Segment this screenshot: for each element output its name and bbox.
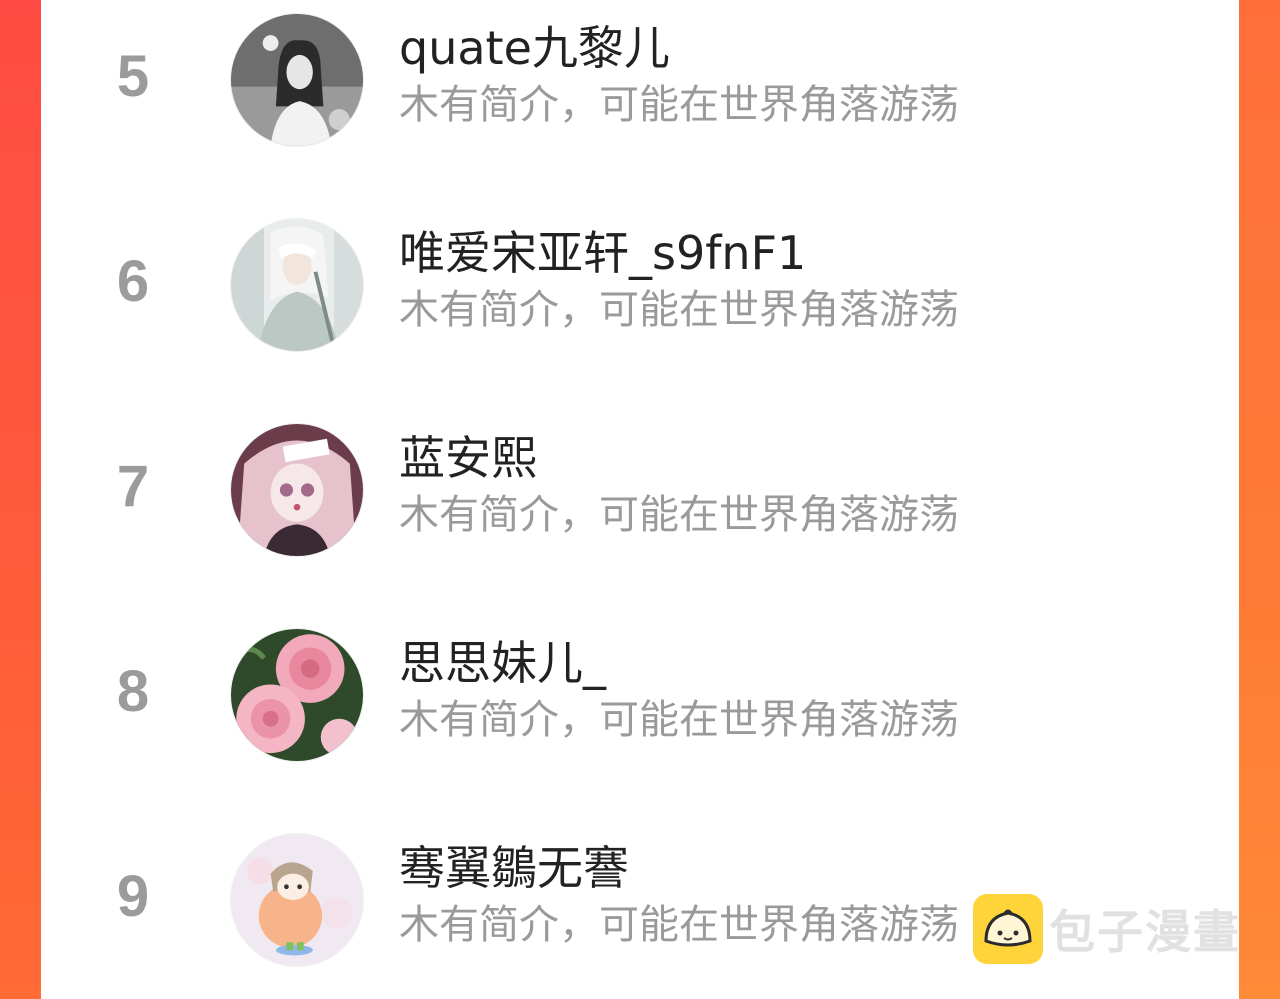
ranking-row[interactable]: 8 思思妹儿_ 木有简介，可能在世界角落游荡: [41, 615, 1239, 765]
bun-mascot-icon: [973, 894, 1043, 964]
avatar-cartoon-peach-boy-icon[interactable]: [230, 833, 364, 967]
avatar-grayscale-girl-icon[interactable]: [230, 13, 364, 147]
user-bio: 木有简介，可能在世界角落游荡: [399, 902, 959, 948]
right-accent-bar: [1239, 0, 1280, 999]
left-accent-bar: [0, 0, 41, 999]
user-name[interactable]: 思思妹儿_: [399, 635, 606, 691]
ranking-list-panel: 5 quate九黎儿 木有简介，可能在世界角落游荡 6 唯爱宋亚轩_s9fnF1…: [41, 0, 1239, 999]
user-name[interactable]: quate九黎儿: [399, 20, 670, 76]
rank-number: 8: [116, 659, 150, 724]
avatar-anime-pink-girl-icon[interactable]: [230, 423, 364, 557]
avatar-anime-swordsman-icon[interactable]: [230, 218, 364, 352]
watermark: 包子漫畫: [973, 893, 1241, 965]
user-name[interactable]: 唯爱宋亚轩_s9fnF1: [399, 225, 806, 281]
ranking-row[interactable]: 6 唯爱宋亚轩_s9fnF1 木有简介，可能在世界角落游荡: [41, 205, 1239, 355]
user-name[interactable]: 骞翼鶵无謇: [399, 840, 629, 896]
rank-number: 6: [116, 249, 150, 314]
ranking-row[interactable]: 7 蓝安熙 木有简介，可能在世界角落游荡: [41, 410, 1239, 560]
watermark-text: 包子漫畫: [1049, 905, 1241, 959]
user-bio: 木有简介，可能在世界角落游荡: [399, 492, 959, 538]
user-bio: 木有简介，可能在世界角落游荡: [399, 82, 959, 128]
user-name[interactable]: 蓝安熙: [399, 430, 537, 486]
ranking-row[interactable]: 5 quate九黎儿 木有简介，可能在世界角落游荡: [41, 0, 1239, 150]
user-bio: 木有简介，可能在世界角落游荡: [399, 697, 959, 743]
avatar-pink-roses-icon[interactable]: [230, 628, 364, 762]
user-bio: 木有简介，可能在世界角落游荡: [399, 287, 959, 333]
rank-number: 9: [116, 864, 150, 929]
rank-number: 7: [116, 454, 150, 519]
rank-number: 5: [116, 44, 150, 109]
